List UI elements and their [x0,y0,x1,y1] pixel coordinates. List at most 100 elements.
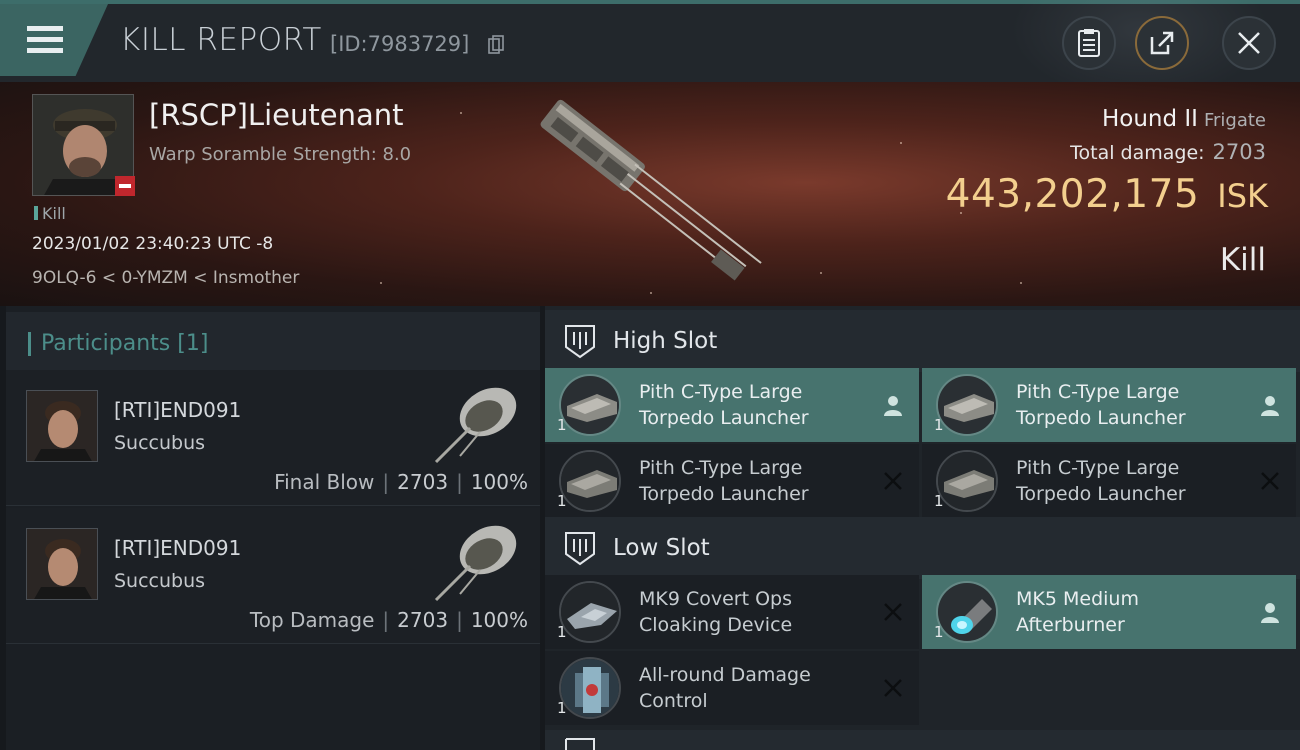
kill-location[interactable]: 9OLQ-6 < 0-YMZM < Insmother [32,268,299,288]
participants-count: [1] [177,331,209,356]
module-name-line2: Torpedo Launcher [639,407,809,429]
damage-control-icon [559,657,621,719]
victim-name[interactable]: [RSCP]Lieutenant [149,98,403,132]
participant-row[interactable]: [RTI]END091 Succubus Top Damage | 2703 | 100… [6,508,540,644]
participant-avatar [26,528,98,600]
separator: | [456,608,463,632]
afterburner-icon [936,581,998,643]
module-name-line1: All-round Damage [639,664,811,686]
participants-title: Participants [1] [41,331,208,356]
star [1020,282,1022,284]
total-damage-label: Total damage: [1070,142,1205,164]
hamburger-icon-bar [27,48,63,53]
separator: | [382,470,390,494]
participant-percent: 100% [470,608,528,632]
kill-type-label: Kill [42,204,66,223]
module-name: Pith C-Type Large Torpedo Launcher [1016,455,1256,507]
module-name: MK9 Covert Ops Cloaking Device [639,586,879,638]
isk-value-row: 443,202,175 ISK [946,172,1268,217]
module-name: Pith C-Type Large Torpedo Launcher [639,455,879,507]
module-image [561,583,619,641]
module-name: All-round Damage Control [639,662,879,714]
copy-icon[interactable] [488,35,504,55]
slot-icon [565,325,595,359]
title-bar: KILL REPORT [ID:7983729] [0,0,1300,82]
status-badge [115,176,135,196]
participants-label: Participants [41,331,171,356]
close-icon [1238,32,1260,54]
slot-icon [565,532,595,566]
close-button[interactable] [1222,16,1276,70]
tag-marker [34,206,38,220]
share-button[interactable] [1135,16,1189,70]
share-icon [1150,31,1174,55]
module-quantity: 1 [557,416,567,434]
torpedo-launcher-icon [559,374,621,436]
module-name-line1: MK5 Medium [1016,588,1139,610]
module-quantity: 1 [557,699,567,717]
report-id: [ID:7983729] [330,32,470,56]
module-name-line2: Torpedo Launcher [1016,483,1186,505]
participant-ship-image [434,387,517,464]
high-slot-title: High Slot [613,328,718,354]
module-name-line1: Pith C-Type Large [639,457,803,479]
module-name-line1: Pith C-Type Large [639,381,803,403]
hamburger-icon [27,26,63,31]
module-item[interactable]: 1 Pith C-Type Large Torpedo Launcher [545,368,919,442]
separator: | [456,470,463,494]
participant-damage: 2703 [397,608,449,632]
module-item[interactable]: 1 Pith C-Type Large Torpedo Launcher [545,444,919,518]
participant-role: Final Blow [274,470,375,494]
module-image [938,376,996,434]
module-item[interactable]: 1 Pith C-Type Large Torpedo Launcher [922,444,1296,518]
module-name-line2: Control [639,690,708,712]
participant-role: Top Damage [249,608,375,632]
module-image [938,452,996,510]
clipboard-button[interactable] [1062,16,1116,70]
module-item[interactable]: 1 All-round Damage Control [545,651,919,725]
total-damage-value: 2703 [1212,140,1266,164]
star [820,272,822,274]
menu-button[interactable] [0,4,108,76]
participant-portrait-image [27,529,97,599]
x-icon [884,472,902,490]
ship-type[interactable]: Hound II Frigate [1102,106,1266,132]
module-name-line2: Afterburner [1016,614,1125,636]
ship-name: Hound II [1101,106,1198,132]
low-slot-header: Low Slot [545,517,1300,579]
total-damage: Total damage: 2703 [1070,140,1266,164]
participant-ship: Succubus [114,432,206,454]
module-item[interactable]: 1 Pith C-Type Large Torpedo Launcher [922,368,1296,442]
person-icon [884,396,902,416]
star [460,112,462,114]
torpedo-launcher-icon [936,450,998,512]
x-icon [884,603,902,621]
module-quantity: 1 [934,623,944,641]
module-name-line1: Pith C-Type Large [1016,381,1180,403]
participant-name: [RTI]END091 [114,398,242,422]
clipboard-icon [1078,29,1100,57]
module-name-line2: Torpedo Launcher [639,483,809,505]
torpedo-launcher-icon [559,450,621,512]
participant-stats: Top Damage | 2703 | 100% [250,608,528,632]
person-icon [1261,396,1279,416]
participant-name: [RTI]END091 [114,536,242,560]
module-name-line1: MK9 Covert Ops [639,588,793,610]
module-quantity: 1 [934,416,944,434]
separator: | [382,608,390,632]
module-image [561,376,619,434]
person-icon [1261,603,1279,623]
participant-avatar [26,390,98,462]
participant-damage: 2703 [397,470,449,494]
module-quantity: 1 [557,492,567,510]
participant-row[interactable]: [RTI]END091 Succubus Final Blow | 2703 | 100… [6,370,540,506]
kill-summary-banner: [RSCP]Lieutenant Warp Soramble Strength:… [0,82,1300,306]
kill-result: Kill [1219,242,1266,278]
section-marker [28,332,31,356]
star [380,282,382,284]
participant-ship: Succubus [114,570,206,592]
next-slot-header [545,730,1300,750]
participants-panel: Participants [1] [RTI]END091 Succubus Fi… [6,306,540,750]
module-item[interactable]: 1 MK5 Medium Afterburner [922,575,1296,649]
module-item[interactable]: 1 MK9 Covert Ops Cloaking Device [545,575,919,649]
